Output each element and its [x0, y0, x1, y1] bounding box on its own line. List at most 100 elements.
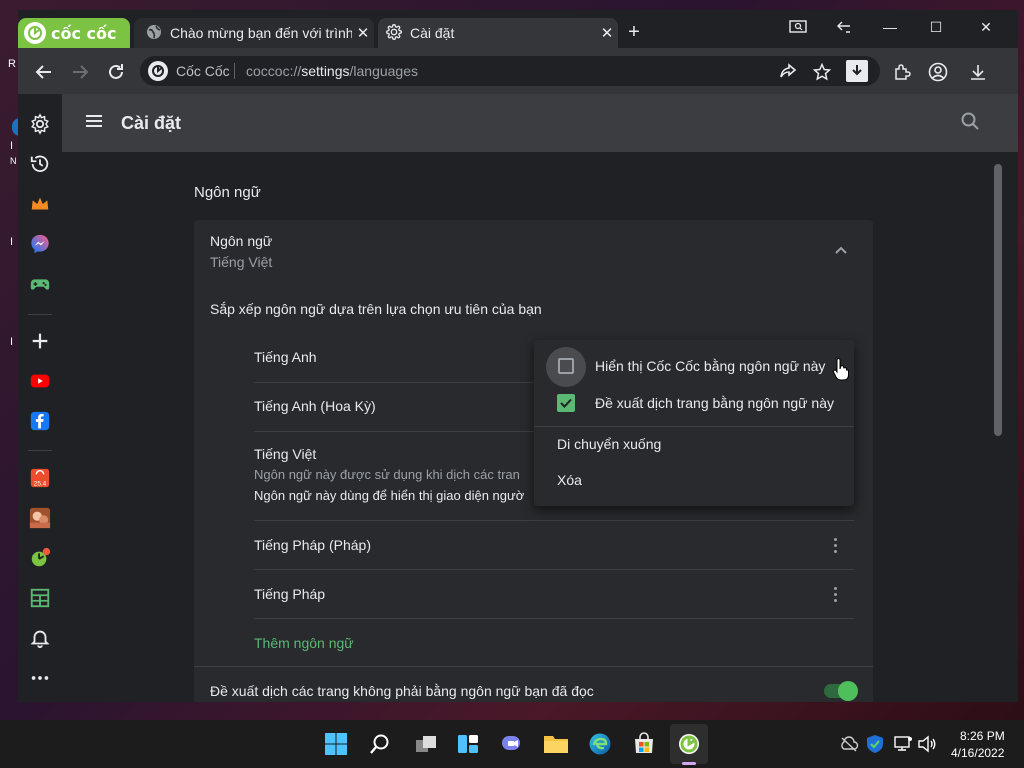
language-item: Tiếng Pháp (Pháp) — [254, 537, 371, 553]
svg-text:25.4: 25.4 — [34, 480, 47, 487]
widgets-icon[interactable] — [454, 730, 482, 758]
facebook-icon[interactable] — [26, 407, 54, 435]
bell-icon[interactable] — [26, 624, 54, 652]
maximize-button[interactable]: ☐ — [916, 14, 956, 40]
divider — [28, 314, 52, 315]
coccoc-logo-icon — [24, 22, 46, 44]
coccoc-games-icon[interactable] — [26, 544, 54, 572]
globe-icon — [146, 24, 162, 43]
edge-icon[interactable] — [586, 730, 614, 758]
hamburger-menu-icon[interactable] — [84, 111, 108, 135]
file-explorer-icon[interactable] — [542, 730, 570, 758]
tab-settings[interactable]: Cài đặt ✕ — [378, 18, 618, 48]
reload-icon[interactable] — [104, 60, 128, 84]
more-vert-icon[interactable] — [834, 587, 838, 603]
coccoc-taskbar-icon[interactable] — [675, 730, 703, 758]
crown-icon[interactable] — [26, 190, 54, 218]
volume-icon[interactable] — [916, 730, 938, 758]
order-hint: Sắp xếp ngôn ngữ dựa trên lựa chọn ưu ti… — [210, 301, 542, 317]
more-icon[interactable] — [26, 664, 54, 692]
tab-search-icon[interactable] — [778, 14, 818, 40]
search-icon[interactable] — [960, 111, 984, 135]
divider — [254, 520, 854, 521]
store-icon[interactable] — [630, 730, 658, 758]
menu-item-move-down[interactable]: Di chuyển xuống — [557, 436, 837, 452]
offer-translate-checkbox[interactable] — [557, 394, 575, 412]
divider — [234, 63, 235, 79]
more-vert-icon[interactable] — [834, 538, 838, 554]
history-icon[interactable] — [26, 150, 54, 178]
card-subtitle: Tiếng Việt — [210, 254, 273, 270]
add-icon[interactable] — [26, 327, 54, 355]
taskbar: 8:26 PM 4/16/2022 — [0, 720, 1024, 768]
desktop-text: I — [10, 140, 14, 152]
coccoc-logo-icon — [148, 61, 168, 81]
shopee-icon[interactable]: 25.4 — [26, 464, 54, 492]
divider — [194, 666, 873, 667]
back-to-window-icon[interactable] — [824, 14, 864, 40]
star-icon[interactable] — [810, 60, 834, 84]
browser-window: cốc cốc Chào mừng bạn đến với trình ✕ Cà… — [18, 10, 1018, 702]
menu-item-remove[interactable]: Xóa — [557, 472, 837, 488]
coccoc-logo-tab[interactable]: cốc cốc — [18, 18, 130, 48]
extensions-icon[interactable] — [890, 60, 914, 84]
back-arrow-icon[interactable] — [32, 60, 56, 84]
divider — [254, 569, 854, 570]
taskbar-time[interactable]: 8:26 PM — [960, 729, 1005, 743]
teams-chat-icon[interactable] — [498, 730, 526, 758]
settings-header: Cài đặt — [62, 94, 1018, 152]
close-window-button[interactable]: ✕ — [966, 14, 1006, 40]
taskbar-date[interactable]: 4/16/2022 — [951, 746, 1004, 760]
menu-item-display-in-language[interactable]: Hiển thị Cốc Cốc bằng ngôn ngữ này — [534, 340, 854, 392]
display-language-checkbox[interactable] — [558, 358, 574, 374]
task-view-icon[interactable] — [412, 730, 440, 758]
search-icon[interactable] — [366, 730, 394, 758]
menu-item-offer-translate[interactable]: Đề xuất dịch trang bằng ngôn ngữ này — [534, 392, 854, 430]
messenger-icon[interactable] — [26, 230, 54, 258]
omnibox-brand-label: Cốc Cốc — [176, 63, 230, 79]
site-identity[interactable]: Cốc Cốc — [148, 61, 230, 81]
cloud-offline-icon[interactable] — [838, 730, 860, 758]
desktop-left-strip: R I N I I — [0, 0, 20, 720]
coccoc-logo-text: cốc cốc — [51, 23, 117, 43]
gear-icon[interactable] — [26, 110, 54, 138]
desktop-text: I — [10, 336, 14, 348]
profile-icon[interactable] — [926, 60, 950, 84]
close-tab-icon[interactable]: ✕ — [352, 24, 374, 42]
offer-translate-toggle-knob[interactable] — [838, 681, 858, 701]
new-tab-button[interactable]: + — [622, 20, 646, 44]
url-text[interactable]: coccoc://settings/languages — [246, 63, 418, 79]
address-bar[interactable]: Cốc Cốc coccoc://settings/languages — [140, 56, 880, 86]
close-tab-icon[interactable]: ✕ — [596, 24, 618, 42]
tab-welcome[interactable]: Chào mừng bạn đến với trình ✕ — [134, 18, 374, 48]
download-video-icon[interactable] — [846, 60, 868, 82]
section-title: Ngôn ngữ — [194, 184, 261, 201]
scrollbar[interactable] — [994, 164, 1002, 436]
windows-start-icon[interactable] — [322, 730, 350, 758]
chevron-up-icon[interactable] — [834, 244, 850, 260]
url-path: /languages — [349, 63, 419, 79]
downloads-icon[interactable] — [966, 60, 990, 84]
hand-cursor-icon — [832, 358, 850, 382]
divider — [28, 450, 52, 451]
language-item: Tiếng Pháp — [254, 586, 326, 602]
share-icon[interactable] — [776, 60, 800, 84]
layout-icon[interactable] — [26, 584, 54, 612]
network-icon[interactable] — [892, 730, 914, 758]
tab-title: Cài đặt — [410, 25, 455, 41]
forward-arrow-icon[interactable] — [68, 60, 92, 84]
desktop-text: I — [10, 236, 14, 248]
divider — [534, 426, 854, 427]
add-language-link[interactable]: Thêm ngôn ngữ — [254, 635, 854, 651]
url-host: settings — [301, 63, 350, 79]
game-thumbnail-icon[interactable] — [26, 504, 54, 532]
gamepad-icon[interactable] — [26, 270, 54, 298]
divider — [254, 618, 854, 619]
menu-item-label: Đề xuất dịch trang bằng ngôn ngữ này — [595, 395, 834, 411]
card-title: Ngôn ngữ — [210, 233, 273, 249]
title-bar: cốc cốc Chào mừng bạn đến với trình ✕ Cà… — [18, 10, 1018, 48]
page-title: Cài đặt — [121, 113, 182, 133]
security-shield-icon[interactable] — [864, 730, 886, 758]
minimize-button[interactable]: — — [870, 14, 910, 40]
youtube-icon[interactable] — [26, 367, 54, 395]
